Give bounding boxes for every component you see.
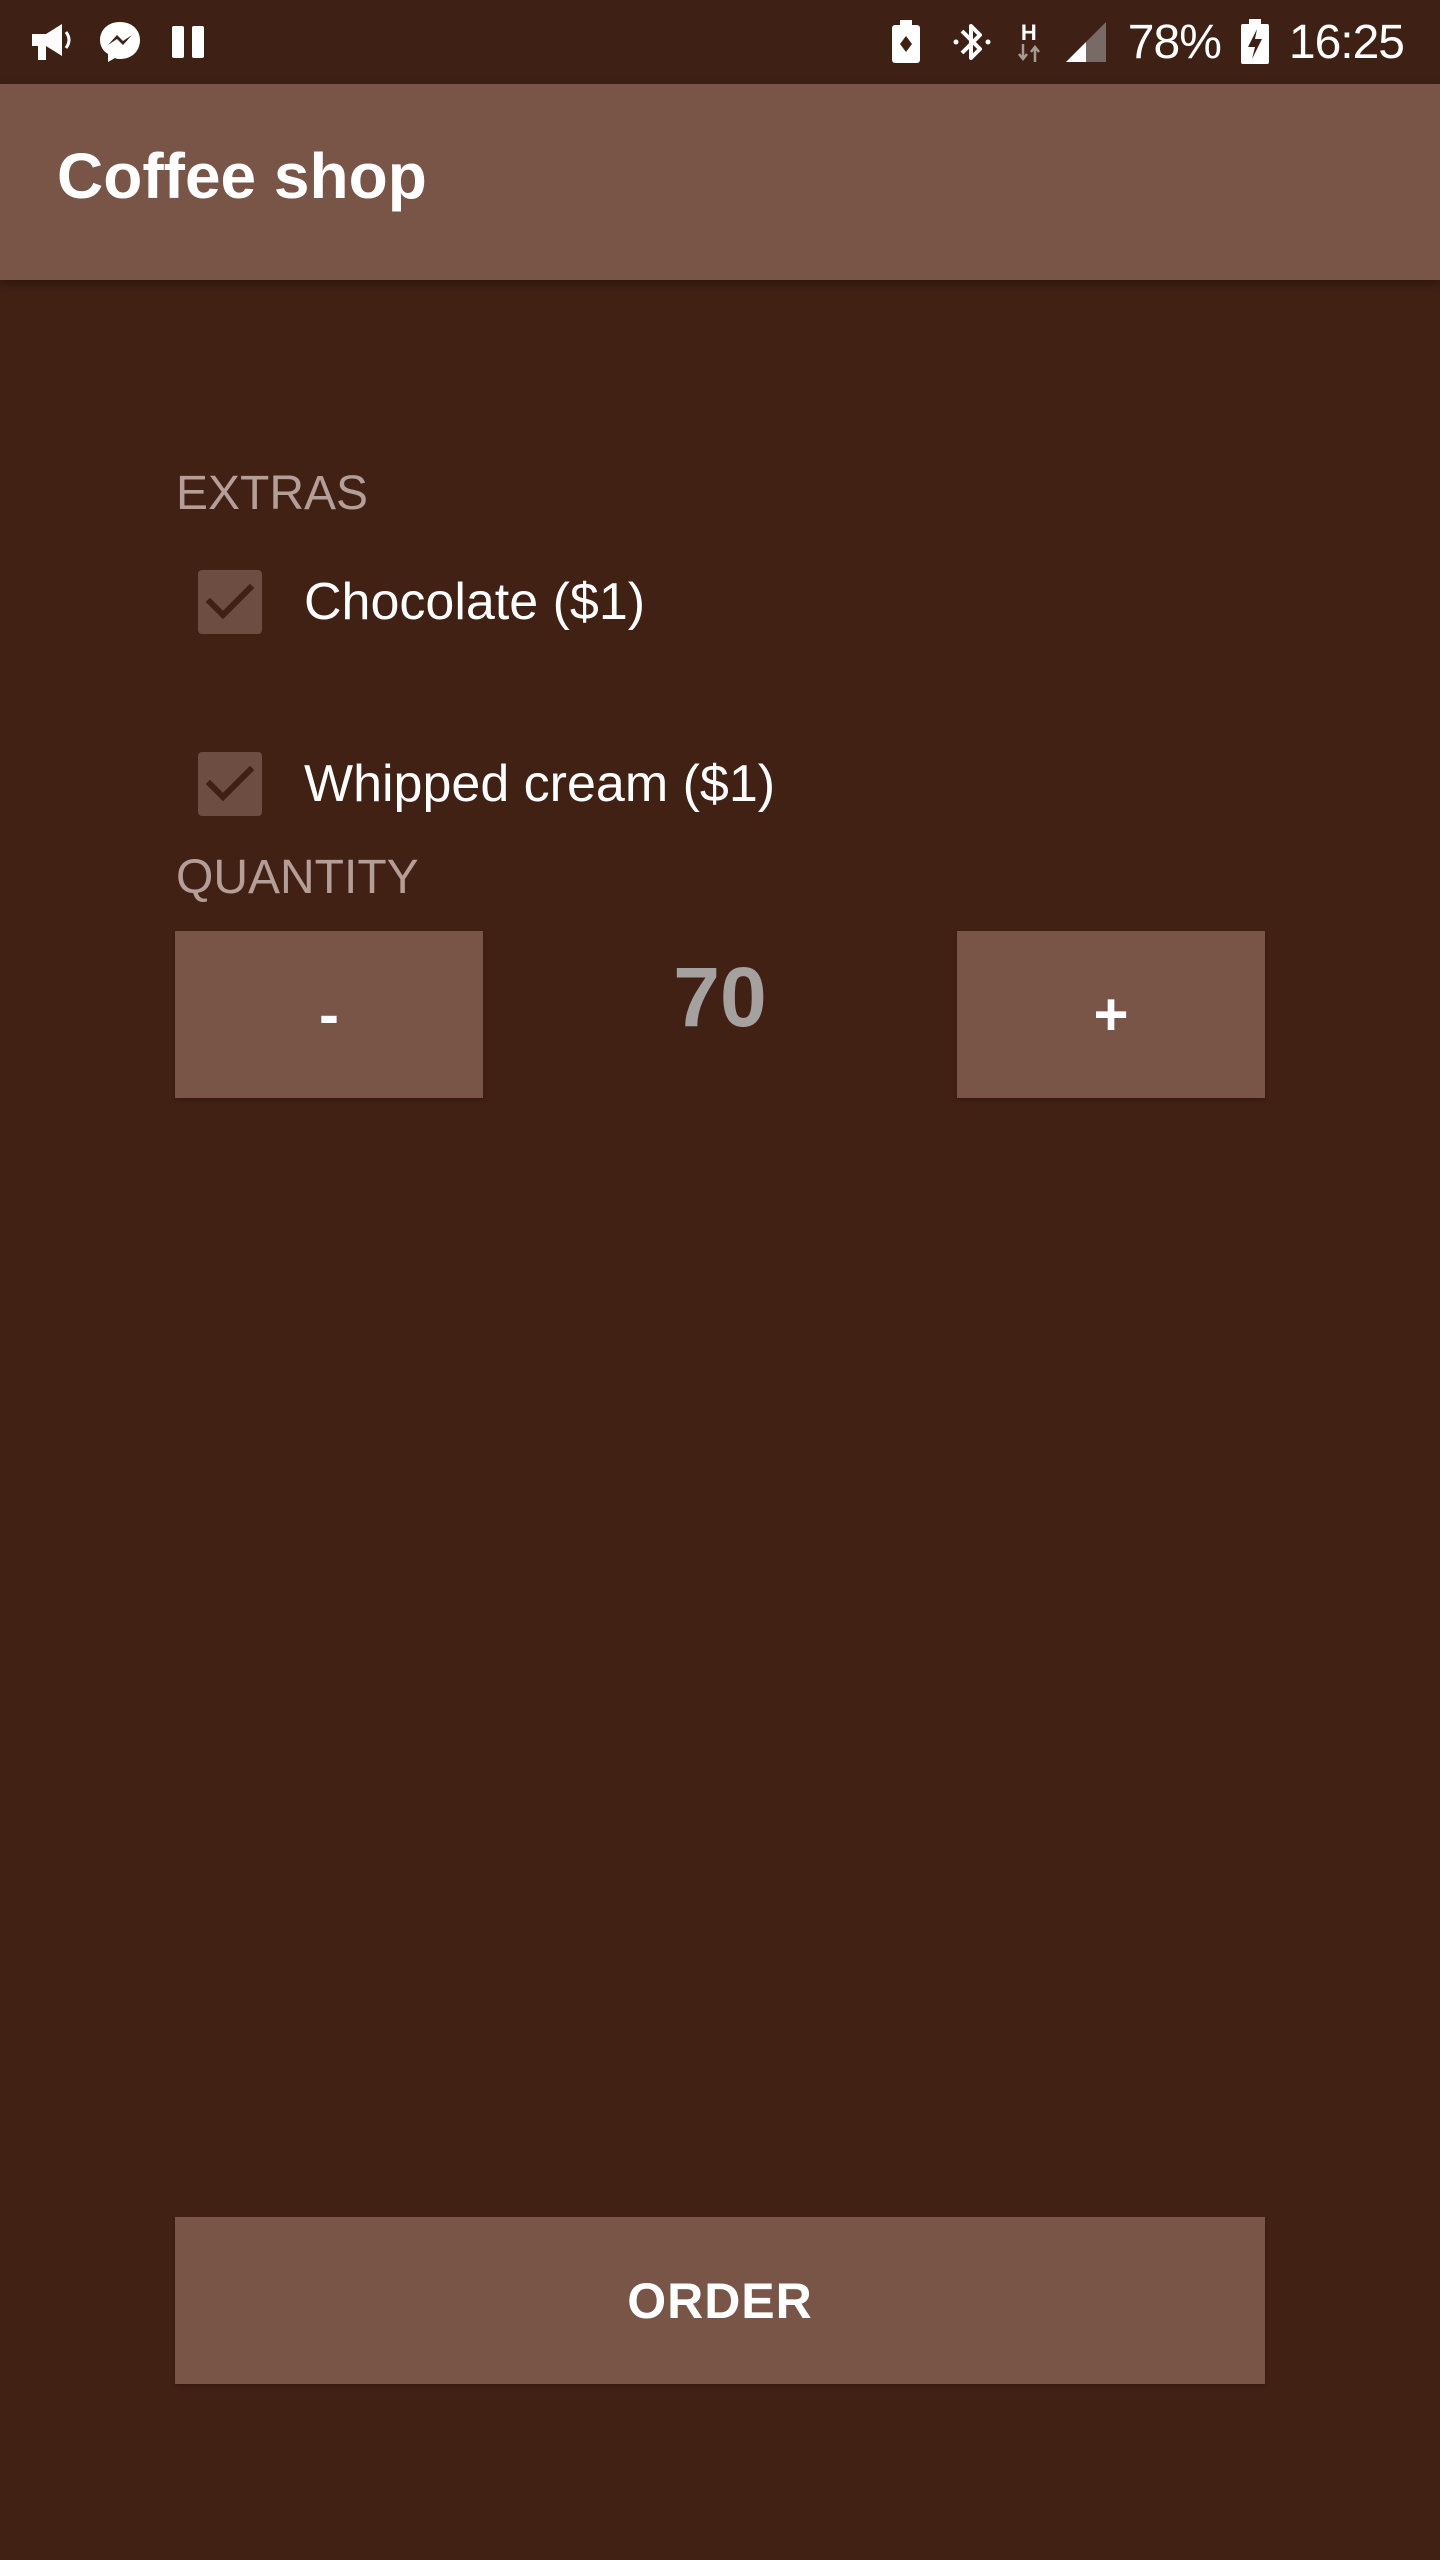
battery-saver-icon [882,18,930,66]
messenger-icon [96,18,144,66]
chocolate-label: Chocolate ($1) [304,573,646,631]
status-right-icons: H 78% 16:25 [882,14,1405,70]
whipped-cream-label: Whipped cream ($1) [304,755,776,813]
clock: 16:25 [1288,15,1405,69]
whipped-cream-checkbox-row[interactable]: Whipped cream ($1) [198,752,775,816]
checkmark-icon [205,583,255,620]
network-type-label: H [1020,20,1037,45]
extras-label: EXTRAS [176,467,369,520]
chocolate-checkbox[interactable] [198,570,262,634]
battery-charging-icon [1239,18,1271,66]
increment-button[interactable]: + [957,931,1265,1098]
megaphone-icon [28,18,76,66]
checkmark-icon [205,765,255,802]
quantity-label: QUANTITY [176,851,419,904]
app-title: Coffee shop [57,140,427,212]
decrement-button[interactable]: - [175,931,483,1098]
quantity-value: 70 [673,950,767,1044]
order-button[interactable]: ORDER [175,2217,1265,2384]
status-left-icons [28,14,212,70]
bluetooth-icon [948,18,996,66]
chocolate-checkbox-row[interactable]: Chocolate ($1) [198,570,645,634]
app-bar: Coffee shop [0,84,1440,280]
coffee-shop-screen: H 78% 16:25 Coffee shop EXTRAS Chocolate… [0,0,1440,2560]
h-data-icon: H [1014,18,1044,66]
status-bar: H 78% 16:25 [0,0,1440,84]
battery-percent: 78% [1127,15,1222,69]
signal-icon [1062,18,1110,66]
whipped-cream-checkbox[interactable] [198,752,262,816]
pause-icon [164,18,212,66]
